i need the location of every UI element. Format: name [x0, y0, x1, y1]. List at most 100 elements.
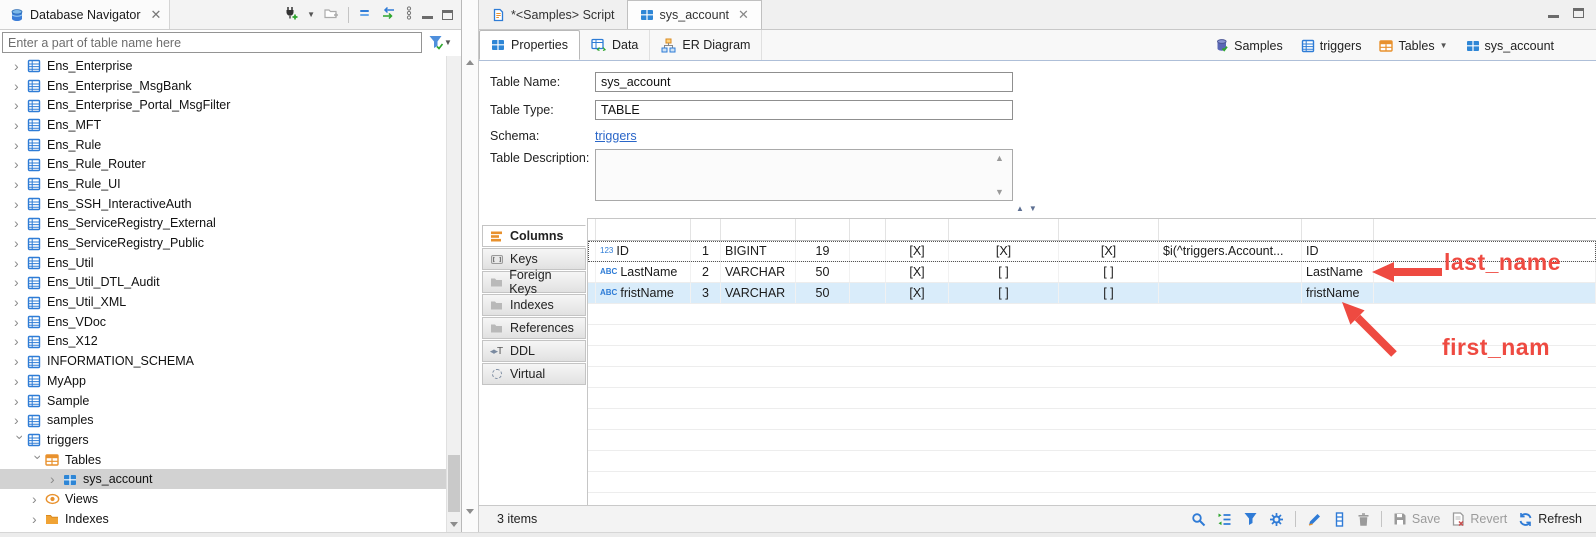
- grid-header-cell[interactable]: [721, 219, 796, 240]
- maximize-button[interactable]: [442, 10, 453, 20]
- minimize-button[interactable]: [1548, 15, 1559, 18]
- grouping-button[interactable]: [1217, 512, 1232, 527]
- scroll-down-icon[interactable]: [466, 509, 474, 514]
- cell-ordinal[interactable]: 1: [691, 241, 721, 261]
- expand-chevron-icon[interactable]: [14, 334, 27, 348]
- tree-item[interactable]: Ens_Util_DTL_Audit: [0, 273, 446, 293]
- view-menu-icon[interactable]: [405, 6, 413, 23]
- cell-not-null[interactable]: [X]: [886, 241, 949, 261]
- grid-header-cell[interactable]: [1059, 219, 1159, 240]
- tree-item[interactable]: Ens_ServiceRegistry_Public: [0, 233, 446, 253]
- cell-column-name[interactable]: 123ID: [596, 241, 691, 261]
- table-name-input[interactable]: [595, 72, 1013, 92]
- cell-auto-generated[interactable]: [X]: [949, 241, 1059, 261]
- revert-button[interactable]: Revert: [1451, 512, 1507, 527]
- cell-auto-increment[interactable]: [X]: [1059, 241, 1159, 261]
- expand-chevron-icon[interactable]: [14, 236, 27, 250]
- filter-funnel-icon[interactable]: [428, 35, 444, 50]
- expand-chevron-icon[interactable]: [14, 59, 27, 73]
- cell-auto-increment[interactable]: [ ]: [1059, 262, 1159, 282]
- tab-properties[interactable]: Properties: [479, 30, 580, 60]
- cell-data-type[interactable]: VARCHAR: [721, 283, 796, 303]
- tree-item[interactable]: Ens_Enterprise_Portal_MsgFilter: [0, 95, 446, 115]
- breadcrumb-schema[interactable]: triggers: [1301, 39, 1362, 53]
- tree-item[interactable]: Views: [0, 489, 446, 509]
- grid-header-cell[interactable]: [588, 219, 596, 240]
- expand-chevron-icon[interactable]: [14, 177, 27, 191]
- expand-chevron-icon[interactable]: [32, 454, 46, 467]
- expand-chevron-icon[interactable]: [32, 492, 45, 506]
- side-tab-foreign-keys[interactable]: Foreign Keys: [482, 271, 586, 293]
- side-tab-indexes[interactable]: Indexes: [482, 294, 586, 316]
- side-tab-references[interactable]: References: [482, 317, 586, 339]
- scroll-down-icon[interactable]: [450, 522, 458, 527]
- tree-item[interactable]: Ens_Rule: [0, 135, 446, 155]
- tree-item[interactable]: Ens_X12: [0, 332, 446, 352]
- tree-item[interactable]: samples: [0, 410, 446, 430]
- tree-item[interactable]: Ens_Enterprise: [0, 56, 446, 76]
- cell-not-null[interactable]: [X]: [886, 262, 949, 282]
- editor-scrollbar[interactable]: [462, 0, 479, 532]
- connection-dropdown-icon[interactable]: ▼: [307, 10, 315, 19]
- table-filter-input[interactable]: [2, 32, 422, 53]
- grid-header-cell[interactable]: [1159, 219, 1302, 240]
- table-type-input[interactable]: [595, 100, 1013, 120]
- expand-chevron-icon[interactable]: [14, 435, 28, 448]
- tree-item[interactable]: Ens_SSH_InteractiveAuth: [0, 194, 446, 214]
- grid-header-cell[interactable]: [850, 219, 886, 240]
- new-folder-button[interactable]: [324, 6, 339, 23]
- tree-item[interactable]: Ens_MFT: [0, 115, 446, 135]
- grid-header-cell[interactable]: [949, 219, 1059, 240]
- expand-chevron-icon[interactable]: [14, 413, 27, 427]
- cell-length[interactable]: 50: [796, 283, 850, 303]
- grid-header-cell[interactable]: [796, 219, 850, 240]
- side-tab-virtual[interactable]: Virtual: [482, 363, 586, 385]
- edit-button[interactable]: [1307, 512, 1322, 527]
- cell-length[interactable]: 50: [796, 262, 850, 282]
- side-tab-columns[interactable]: Columns: [482, 225, 586, 247]
- navigator-view-tab[interactable]: Database Navigator ✕: [0, 0, 170, 29]
- cell-not-null[interactable]: [X]: [886, 283, 949, 303]
- spinner-down-icon[interactable]: ▼: [995, 187, 1004, 197]
- breadcrumb-tables-folder[interactable]: Tables ▼: [1379, 39, 1447, 53]
- tab-er-diagram[interactable]: ER Diagram: [650, 30, 762, 60]
- side-tab-keys[interactable]: Keys: [482, 248, 586, 270]
- expand-chevron-icon[interactable]: [14, 197, 27, 211]
- tree-item[interactable]: triggers: [0, 430, 446, 450]
- grid-header-cell[interactable]: [1302, 219, 1374, 240]
- filter-dropdown-icon[interactable]: ▼: [444, 38, 452, 47]
- spinner-up-icon[interactable]: ▲: [995, 153, 1004, 163]
- refresh-button[interactable]: Refresh: [1518, 512, 1582, 527]
- tree-item[interactable]: sys_account: [0, 469, 446, 489]
- maximize-button[interactable]: [1573, 8, 1584, 18]
- breadcrumb-database[interactable]: Samples: [1215, 38, 1283, 53]
- tree-item[interactable]: Indexes: [0, 509, 446, 529]
- tree-item[interactable]: Tables: [0, 450, 446, 470]
- search-button[interactable]: [1191, 512, 1206, 527]
- expand-chevron-icon[interactable]: [14, 138, 27, 152]
- schema-link[interactable]: triggers: [595, 129, 637, 143]
- cell-description[interactable]: LastName: [1302, 262, 1374, 282]
- sort-desc-icon[interactable]: ▼: [1029, 205, 1037, 213]
- side-tab-ddl[interactable]: ◂▸T DDL: [482, 340, 586, 362]
- cell-default[interactable]: [1159, 262, 1302, 282]
- filter-button[interactable]: [1243, 512, 1258, 526]
- expand-chevron-icon[interactable]: [14, 315, 27, 329]
- sort-asc-icon[interactable]: ▲: [1016, 205, 1024, 213]
- tree-item[interactable]: Ens_Rule_Router: [0, 154, 446, 174]
- expand-chevron-icon[interactable]: [14, 394, 27, 408]
- close-icon[interactable]: ✕: [738, 7, 749, 23]
- expand-chevron-icon[interactable]: [14, 354, 27, 368]
- chevron-down-icon[interactable]: ▼: [1440, 41, 1448, 50]
- cell-column-name[interactable]: ABCfristName: [596, 283, 691, 303]
- new-connection-button[interactable]: [283, 6, 298, 23]
- expand-chevron-icon[interactable]: [14, 256, 27, 270]
- tree-item[interactable]: Ens_Util: [0, 253, 446, 273]
- expand-chevron-icon[interactable]: [32, 512, 45, 526]
- grid-header-cell[interactable]: [596, 219, 691, 240]
- expand-chevron-icon[interactable]: [14, 295, 27, 309]
- tree-item[interactable]: Ens_Enterprise_MsgBank: [0, 76, 446, 96]
- column-row[interactable]: ABCfristName 3 VARCHAR 50 [X] [ ] [ ] fr…: [588, 283, 1596, 304]
- expand-chevron-icon[interactable]: [14, 157, 27, 171]
- settings-button[interactable]: [1269, 512, 1284, 527]
